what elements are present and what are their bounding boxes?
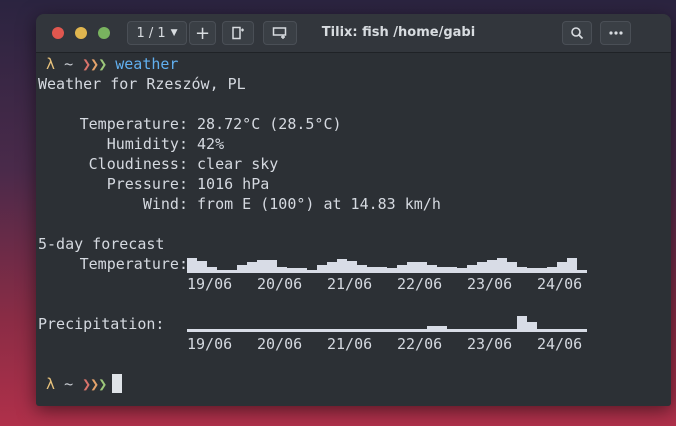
row-value: from E (100°) at 14.83 km/h [197, 195, 441, 213]
spark-bar [527, 268, 537, 273]
precipitation-baseline [187, 329, 587, 332]
spark-bar [197, 261, 207, 273]
date-label: 24/06 [537, 275, 583, 293]
search-button[interactable] [562, 21, 592, 45]
row-label: Pressure: [106, 175, 188, 193]
spark-bar [207, 267, 217, 273]
weather-row: Wind: from E (100°) at 14.83 km/h [38, 194, 441, 214]
spark-bar [237, 265, 247, 273]
spark-bar [327, 262, 337, 273]
date-label: 22/06 [397, 275, 443, 293]
date-label: 23/06 [467, 335, 513, 353]
menu-button[interactable] [600, 21, 631, 45]
weather-row: Temperature: 28.72°C (28.5°C) [38, 114, 342, 134]
date-label: 20/06 [257, 275, 303, 293]
titlebar: 1 / 1 ▼ + Tilix: fish /home/gabi [36, 14, 671, 53]
date-label: 22/06 [397, 335, 443, 353]
spark-bar [547, 267, 557, 273]
spark-bar [217, 270, 227, 273]
weather-row: Cloudiness: clear sky [38, 154, 279, 174]
prompt-chevron: ❯ [90, 375, 99, 393]
row-label: Cloudiness: [88, 155, 188, 173]
spark-bar [487, 260, 497, 273]
row-value: 42% [197, 135, 225, 153]
spark-bar [297, 268, 307, 273]
weather-header: Weather for Rzeszów, PL [38, 75, 246, 93]
spark-bar [497, 258, 507, 273]
command-text: weather [115, 55, 179, 73]
row-value: clear sky [197, 155, 279, 173]
spark-bar [437, 267, 447, 273]
date-label: 21/06 [327, 275, 373, 293]
spark-bar [477, 262, 487, 273]
spark-bar [267, 260, 277, 273]
spark-bar [557, 262, 567, 273]
spark-bar [357, 265, 367, 273]
spark-bar [417, 262, 427, 273]
forecast-temp-row: Temperature: [38, 254, 188, 274]
prompt-cwd: ~ [64, 375, 74, 393]
spark-bar [227, 270, 237, 273]
spark-bar [407, 262, 417, 273]
spark-bar [457, 268, 467, 273]
terminal-window: 1 / 1 ▼ + Tilix: fish /home/gabi λ ~ ❯❯❯… [36, 14, 671, 406]
spark-bar [387, 268, 397, 273]
prompt-chevron: ❯ [90, 55, 99, 73]
spark-bar [187, 258, 197, 273]
row-label: Humidity: [106, 135, 188, 153]
spark-bar [567, 258, 577, 273]
spark-bar [377, 267, 387, 273]
search-icon [571, 27, 584, 40]
date-label: 20/06 [257, 335, 303, 353]
precip-label: Precipitation: [38, 315, 165, 333]
terminal-output[interactable]: λ ~ ❯❯❯ weather Weather for Rzeszów, PL … [36, 53, 671, 406]
row-label: Wind: [142, 195, 188, 213]
temperature-sparkline [187, 253, 587, 273]
row-label: Temperature: [79, 115, 188, 133]
date-label: 21/06 [327, 335, 373, 353]
date-label: 19/06 [187, 335, 233, 353]
spark-bar [257, 260, 267, 273]
date-label: 23/06 [467, 275, 513, 293]
spark-bar [337, 259, 347, 273]
spark-bar [427, 265, 437, 273]
prompt-lambda: λ [46, 55, 56, 73]
weather-row: Humidity: 42% [38, 134, 224, 154]
weather-row: Pressure: 1016 hPa [38, 174, 270, 194]
spark-bar [287, 268, 297, 273]
spark-bar [447, 267, 457, 273]
prompt-line: λ ~ ❯❯❯ [46, 374, 123, 394]
row-value: 28.72°C (28.5°C) [197, 115, 342, 133]
spark-bar [277, 267, 287, 273]
spark-bar [397, 265, 407, 273]
prompt-chevron: ❯ [82, 375, 91, 393]
more-icon [608, 31, 623, 35]
spark-bar [247, 262, 257, 273]
temp-label: Temperature: [79, 255, 188, 273]
prompt-cwd: ~ [64, 55, 74, 73]
spark-bar [577, 270, 587, 273]
spark-bar [517, 267, 527, 273]
prompt-chevron: ❯ [82, 55, 91, 73]
row-value: 1016 hPa [197, 175, 270, 193]
spark-bar [507, 262, 517, 273]
prompt-chevron: ❯ [98, 375, 107, 393]
spark-bar [467, 265, 477, 273]
spark-bar [537, 268, 547, 273]
date-label: 24/06 [537, 335, 583, 353]
text-cursor [112, 374, 123, 393]
spark-bar [367, 267, 377, 273]
spark-bar [347, 261, 357, 273]
prompt-chevron: ❯ [98, 55, 107, 73]
spark-bar [307, 270, 317, 273]
date-label: 19/06 [187, 275, 233, 293]
forecast-title: 5-day forecast [38, 235, 165, 253]
prompt-line: λ ~ ❯❯❯ weather [46, 54, 178, 74]
prompt-lambda: λ [46, 375, 56, 393]
spark-bar [317, 265, 327, 273]
